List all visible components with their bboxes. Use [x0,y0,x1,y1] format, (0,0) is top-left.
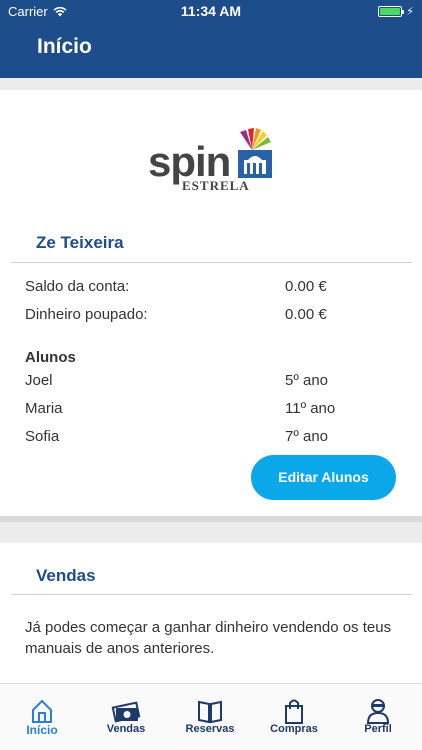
tab-label: Perfil [364,723,392,735]
tab-perfil[interactable]: Perfil [336,684,420,750]
money-icon [111,701,141,723]
tab-label: Reservas [185,723,235,735]
student-name: Maria [25,400,63,417]
saved-value: 0.00 € [285,306,327,323]
student-name: Sofia [25,428,60,445]
student-row: Sofia 7º ano [25,428,397,445]
saved-label: Dinheiro poupado: [25,306,148,323]
student-row: Maria 11º ano [25,400,397,417]
bag-icon [285,699,303,724]
balance-label: Saldo da conta: [25,278,130,295]
student-name: Joel [25,372,53,389]
saved-row: Dinheiro poupado: 0.00 € [25,306,397,323]
battery-indicator: ⚡ [378,5,414,18]
tab-bar: Início Vendas Reservas Compras Perfil [0,683,422,750]
page-title: Início [37,35,92,58]
book-icon [198,700,222,724]
balance-row: Saldo da conta: 0.00 € [25,278,397,295]
tab-reservas[interactable]: Reservas [168,684,252,750]
app-header: Carrier 11:34 AM ⚡ Início [0,0,422,78]
student-grade: 5º ano [285,372,329,389]
tab-label: Início [26,723,58,737]
tab-inicio[interactable]: Início [0,684,84,750]
account-card: spin ESTRELA Ze Teixeira Saldo da conta:… [0,90,422,522]
spin-estrela-logo: spin ESTRELA [148,128,274,193]
user-name: Ze Teixeira [36,233,124,252]
status-bar: Carrier 11:34 AM ⚡ [0,0,422,22]
tab-label: Vendas [106,723,146,735]
sales-card: Vendas Já podes começar a ganhar dinheir… [0,543,422,688]
balance-value: 0.00 € [285,278,327,295]
book-logo-icon [238,128,272,178]
students-title: Alunos [25,349,76,366]
person-icon [366,699,390,724]
divider [11,594,412,595]
home-icon [32,699,52,723]
battery-icon [378,6,405,17]
tab-label: Compras [270,723,318,735]
student-row: Joel 5º ano [25,372,397,389]
tab-vendas[interactable]: Vendas [84,684,168,750]
divider [11,262,412,263]
tab-compras[interactable]: Compras [252,684,336,750]
clock: 11:34 AM [180,3,242,19]
student-grade: 7º ano [285,428,329,445]
sales-title: Vendas [36,566,96,585]
logo-subtitle: ESTRELA [182,178,250,193]
charging-icon: ⚡ [406,6,414,18]
edit-students-button[interactable]: Editar Alunos [251,455,396,500]
sales-description: Já podes começar a ganhar dinheiro vende… [25,619,392,657]
student-grade: 11º ano [285,400,336,417]
